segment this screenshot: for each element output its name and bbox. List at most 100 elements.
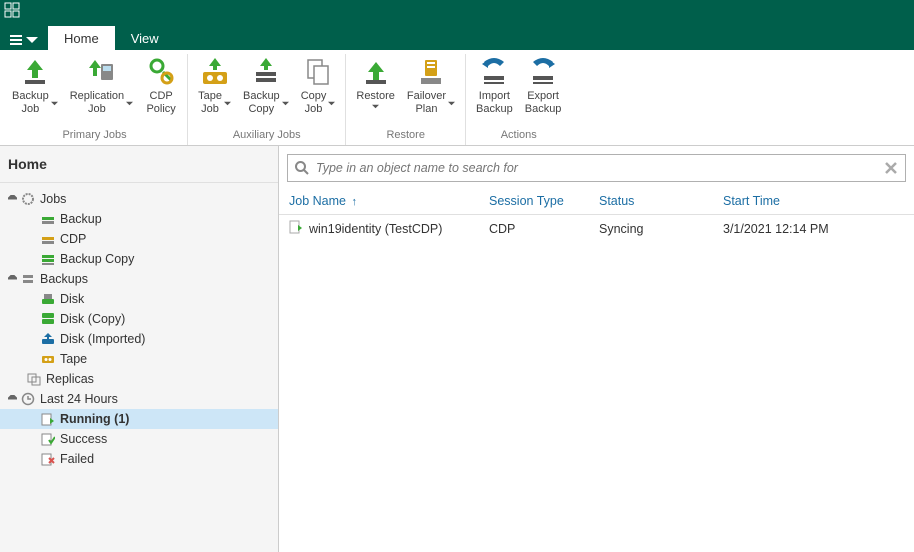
ribbon-group-label: Primary Jobs (62, 127, 126, 145)
cdp-policy-button[interactable]: CDP Policy (139, 54, 183, 127)
success-icon (40, 431, 56, 447)
ribbon-label: Replication Job (70, 90, 124, 116)
sort-asc-icon: ↑ (351, 196, 357, 208)
ribbon-label: Failover Plan (407, 90, 446, 116)
tree-node-disk[interactable]: Disk (0, 289, 278, 309)
import-backup-icon (478, 56, 510, 88)
col-session-type[interactable]: Session Type (479, 188, 589, 215)
job-row-icon (289, 220, 303, 237)
backups-icon (20, 271, 36, 287)
col-job-name[interactable]: Job Name ↑ (279, 188, 479, 215)
ribbon-label: Tape Job (198, 90, 222, 116)
copy-job-button[interactable]: Copy Job (295, 54, 342, 127)
tree-label: Disk (Imported) (60, 332, 145, 346)
backup-icon (40, 211, 56, 227)
disk-icon (40, 291, 56, 307)
clock-icon (20, 391, 36, 407)
sidebar: Home Jobs Backup CDP Backup Copy (0, 146, 279, 552)
tab-home[interactable]: Home (48, 26, 115, 50)
ribbon-label: Import Backup (476, 90, 513, 116)
tree-label: Last 24 Hours (40, 392, 118, 406)
cell-session-type: CDP (479, 215, 589, 243)
tree-label: CDP (60, 232, 86, 246)
export-backup-icon (527, 56, 559, 88)
import-backup-button[interactable]: Import Backup (470, 54, 519, 127)
tree-label: Failed (60, 452, 94, 466)
tree-label: Backup Copy (60, 252, 134, 266)
ribbon-label: Backup Job (12, 90, 49, 116)
collapse-icon[interactable] (6, 193, 18, 205)
backup-job-icon (19, 56, 51, 88)
tree-label: Replicas (46, 372, 94, 386)
tree-label: Disk (60, 292, 84, 306)
tree-label: Running (1) (60, 412, 129, 426)
running-icon (40, 411, 56, 427)
ribbon: Backup Job Replication Job CDP Policy Pr… (0, 50, 914, 146)
title-bar (0, 0, 914, 24)
replication-job-button[interactable]: Replication Job (64, 54, 139, 127)
table-row[interactable]: win19identity (TestCDP) CDP Syncing 3/1/… (279, 215, 914, 243)
ribbon-group-label: Actions (501, 127, 537, 145)
failed-icon (40, 451, 56, 467)
tape-job-icon (199, 56, 231, 88)
backup-copy-icon (250, 56, 282, 88)
tree-node-success[interactable]: Success (0, 429, 278, 449)
export-backup-button[interactable]: Export Backup (519, 54, 568, 127)
tab-view[interactable]: View (115, 26, 175, 50)
tree-node-backup[interactable]: Backup (0, 209, 278, 229)
restore-icon (360, 56, 392, 88)
file-menu-button[interactable] (0, 30, 48, 50)
nav-tree: Jobs Backup CDP Backup Copy Backups (0, 183, 278, 552)
ribbon-label: CDP Policy (146, 90, 175, 116)
search-input[interactable] (316, 161, 883, 175)
tree-label: Tape (60, 352, 87, 366)
col-status[interactable]: Status (589, 188, 713, 215)
main-panel: Job Name ↑ Session Type Status Start Tim… (279, 146, 914, 552)
tree-node-failed[interactable]: Failed (0, 449, 278, 469)
app-logo-icon (4, 2, 20, 23)
tree-label: Jobs (40, 192, 66, 206)
copy-job-icon (302, 56, 334, 88)
tree-node-backup-copy[interactable]: Backup Copy (0, 249, 278, 269)
replicas-icon (26, 371, 42, 387)
ribbon-group-restore: Restore Failover Plan Restore (346, 54, 466, 145)
sidebar-header: Home (0, 146, 278, 183)
tree-node-last-24-hours[interactable]: Last 24 Hours (0, 389, 278, 409)
jobs-grid: Job Name ↑ Session Type Status Start Tim… (279, 188, 914, 552)
tape-icon (40, 351, 56, 367)
ribbon-label: Backup Copy (243, 90, 280, 116)
collapse-icon[interactable] (6, 273, 18, 285)
tree-node-tape[interactable]: Tape (0, 349, 278, 369)
disk-copy-icon (40, 311, 56, 327)
cdp-policy-icon (145, 56, 177, 88)
tree-node-disk-copy[interactable]: Disk (Copy) (0, 309, 278, 329)
tree-node-backups[interactable]: Backups (0, 269, 278, 289)
cell-job-name: win19identity (TestCDP) (309, 222, 442, 236)
tree-node-replicas[interactable]: Replicas (0, 369, 278, 389)
col-start-time[interactable]: Start Time (713, 188, 914, 215)
disk-imported-icon (40, 331, 56, 347)
clear-search-button[interactable] (883, 160, 899, 176)
tree-node-cdp[interactable]: CDP (0, 229, 278, 249)
search-icon (294, 160, 310, 176)
ribbon-label: Copy Job (301, 90, 327, 116)
restore-button[interactable]: Restore (350, 54, 401, 127)
failover-plan-button[interactable]: Failover Plan (401, 54, 461, 127)
search-box (287, 154, 906, 182)
tree-label: Backup (60, 212, 102, 226)
ribbon-group-auxiliary-jobs: Tape Job Backup Copy Copy Job Auxiliary … (188, 54, 346, 145)
tree-node-disk-imported[interactable]: Disk (Imported) (0, 329, 278, 349)
ribbon-group-actions: Import Backup Export Backup Actions (466, 54, 571, 145)
tree-node-running[interactable]: Running (1) (0, 409, 278, 429)
tape-job-button[interactable]: Tape Job (192, 54, 237, 127)
ribbon-group-label: Restore (386, 127, 425, 145)
ribbon-label: Export Backup (525, 90, 562, 116)
backup-copy-icon (40, 251, 56, 267)
jobs-icon (20, 191, 36, 207)
tree-label: Success (60, 432, 107, 446)
backup-copy-button[interactable]: Backup Copy (237, 54, 295, 127)
tree-node-jobs[interactable]: Jobs (0, 189, 278, 209)
backup-job-button[interactable]: Backup Job (6, 54, 64, 127)
collapse-icon[interactable] (6, 393, 18, 405)
cdp-icon (40, 231, 56, 247)
